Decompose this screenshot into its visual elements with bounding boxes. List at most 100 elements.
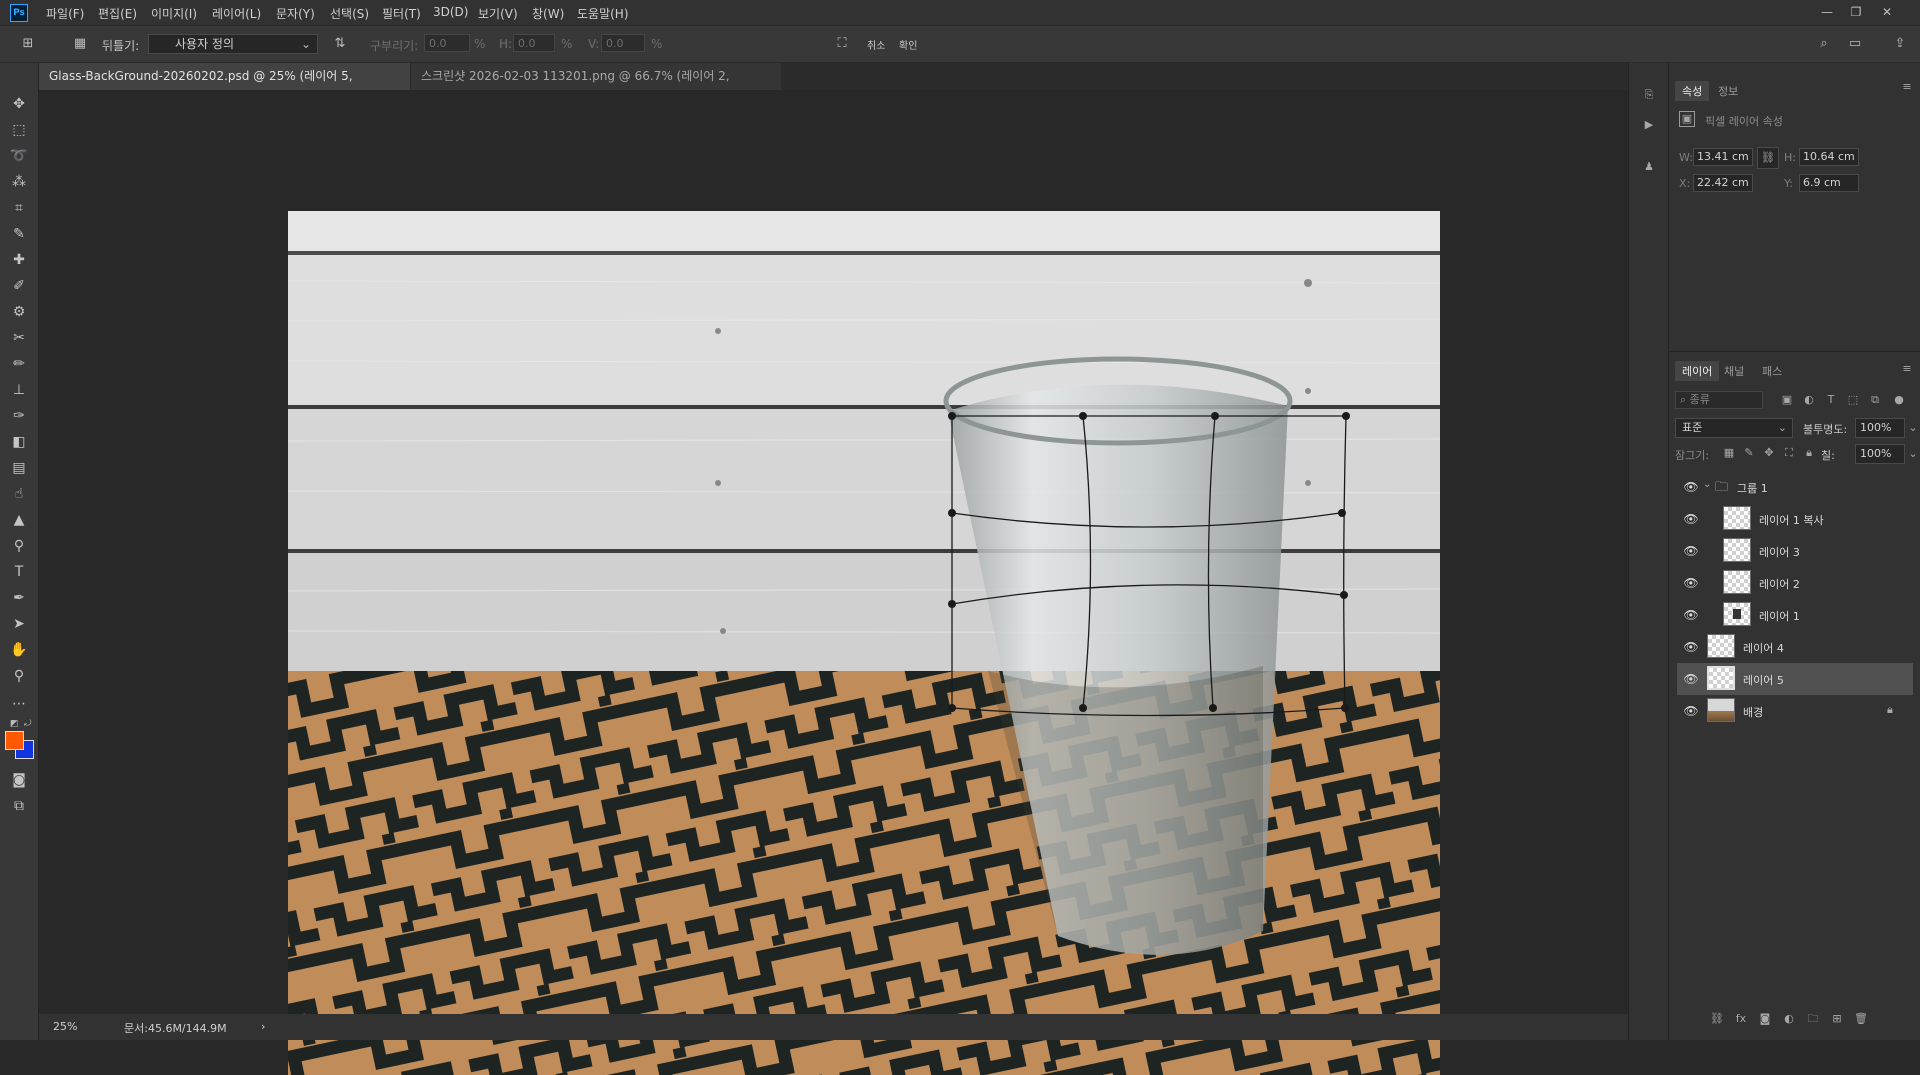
- chevron-down-icon[interactable]: ⌄: [1905, 446, 1920, 462]
- panel-menu-icon[interactable]: ≡: [1899, 79, 1915, 95]
- gradient-tool-icon[interactable]: ▤: [7, 457, 31, 479]
- lock-position-icon[interactable]: ✥: [1761, 445, 1777, 461]
- layer-item[interactable]: 👁︎ 레이어 1 복사: [1677, 503, 1913, 535]
- v-distortion-input[interactable]: 0.0: [601, 34, 645, 52]
- add-mask-icon[interactable]: ◙: [1757, 1011, 1773, 1027]
- sharpen-tool-icon[interactable]: ▲: [7, 509, 31, 531]
- lock-transparent-icon[interactable]: ▦: [1721, 445, 1737, 461]
- split-warp-icon[interactable]: ▦: [70, 34, 90, 54]
- more-tools-icon[interactable]: ⋯: [7, 693, 31, 715]
- menu-help[interactable]: 도움말(H): [577, 5, 629, 22]
- eraser-tool-icon[interactable]: ◧: [7, 431, 31, 453]
- layer-item[interactable]: 👁︎ 배경 🔒︎: [1677, 695, 1913, 727]
- marquee-tool-icon[interactable]: ⬚: [7, 119, 31, 141]
- eye-icon[interactable]: 👁︎: [1683, 575, 1699, 591]
- fill-input[interactable]: 100%: [1855, 444, 1905, 464]
- eye-icon[interactable]: 👁︎: [1683, 639, 1699, 655]
- menu-window[interactable]: 창(W): [532, 5, 564, 22]
- filter-smart-object-icon[interactable]: ⧉: [1867, 392, 1883, 408]
- smudge-tool-icon[interactable]: ☝: [7, 483, 31, 505]
- menu-view[interactable]: 보기(V): [478, 5, 518, 22]
- delete-layer-icon[interactable]: 🗑︎: [1853, 1011, 1869, 1027]
- search-icon[interactable]: ⌕: [1814, 34, 1834, 54]
- menu-edit[interactable]: 편집(E): [98, 5, 137, 22]
- zoom-tool-icon[interactable]: ⚲: [7, 665, 31, 687]
- art-brush-tool-icon[interactable]: ✑: [7, 405, 31, 427]
- blend-mode-select[interactable]: 표준 ⌄: [1675, 418, 1793, 438]
- minimize-button[interactable]: —: [1816, 3, 1838, 21]
- cancel-transform-button[interactable]: 취소: [867, 37, 885, 52]
- lock-artboard-icon[interactable]: ⛶: [1781, 445, 1797, 461]
- menu-select[interactable]: 선택(S): [330, 5, 369, 22]
- layer-style-icon[interactable]: fx: [1733, 1011, 1749, 1027]
- filter-adjustment-icon[interactable]: ◐: [1801, 392, 1817, 408]
- menu-image[interactable]: 이미지(I): [151, 5, 197, 22]
- dodge-tool-icon[interactable]: ⚲: [7, 535, 31, 557]
- actions-panel-icon[interactable]: ▶: [1641, 117, 1657, 133]
- pen-tool-icon[interactable]: ✒: [7, 587, 31, 609]
- warp-style-select[interactable]: 사용자 정의 ⌄: [148, 34, 318, 54]
- h-distortion-input[interactable]: 0.0: [513, 34, 555, 52]
- tab-properties[interactable]: 속성: [1675, 81, 1710, 101]
- move-tool-icon[interactable]: ✥: [7, 93, 31, 115]
- warp-orientation-icon[interactable]: ⇅: [330, 34, 350, 54]
- eye-icon[interactable]: 👁︎: [1683, 671, 1699, 687]
- new-layer-icon[interactable]: ⊞: [1829, 1011, 1845, 1027]
- layer-item[interactable]: 👁︎ 레이어 2: [1677, 567, 1913, 599]
- width-input[interactable]: 13.41 cm: [1693, 148, 1753, 166]
- path-selection-tool-icon[interactable]: ➤: [7, 613, 31, 635]
- stamp-tool-icon[interactable]: ⊥: [7, 379, 31, 401]
- layer-item[interactable]: 👁︎ 레이어 4: [1677, 631, 1913, 663]
- menu-3d[interactable]: 3D(D): [433, 5, 468, 19]
- lock-pixels-icon[interactable]: ✎: [1741, 445, 1757, 461]
- y-input[interactable]: 6.9 cm: [1799, 174, 1859, 192]
- workspace-icon[interactable]: ▭: [1845, 34, 1865, 54]
- status-menu-arrow[interactable]: ›: [261, 1020, 265, 1033]
- document-canvas[interactable]: [288, 211, 1440, 1075]
- quick-mask-icon[interactable]: ◙: [7, 769, 31, 791]
- history-brush-tool-icon[interactable]: ✂: [7, 327, 31, 349]
- tab-paths[interactable]: 패스: [1757, 361, 1787, 381]
- eye-icon[interactable]: 👁︎: [1683, 479, 1699, 495]
- filter-shape-icon[interactable]: ⬚: [1845, 392, 1861, 408]
- layer-item[interactable]: 👁︎ 레이어 3: [1677, 535, 1913, 567]
- eye-icon[interactable]: 👁︎: [1683, 511, 1699, 527]
- adjustment-layer-icon[interactable]: ◐: [1781, 1011, 1797, 1027]
- menu-filter[interactable]: 필터(T): [382, 5, 421, 22]
- bend-input[interactable]: 0.0: [424, 34, 470, 52]
- magic-wand-tool-icon[interactable]: ⁂: [7, 171, 31, 193]
- swap-colors-icon[interactable]: ⤾: [24, 719, 32, 729]
- default-colors-icon[interactable]: ◩: [10, 719, 19, 729]
- brush-tool-icon[interactable]: ✐: [7, 275, 31, 297]
- layer-group-1[interactable]: 👁︎ ⌄ 🗀︎ 그룹 1: [1677, 471, 1913, 503]
- link-layers-icon[interactable]: ⛓: [1709, 1011, 1725, 1027]
- x-input[interactable]: 22.42 cm: [1693, 174, 1753, 192]
- layer-filter-select[interactable]: ⌕ 종류: [1675, 391, 1763, 409]
- layer-item[interactable]: 👁︎ 레이어 1: [1677, 599, 1913, 631]
- tab-info[interactable]: 정보: [1713, 81, 1743, 101]
- opacity-input[interactable]: 100%: [1855, 418, 1905, 438]
- zoom-level[interactable]: 25%: [53, 1020, 77, 1033]
- close-window-button[interactable]: ✕: [1876, 3, 1898, 21]
- screen-mode-icon[interactable]: ⧉: [7, 795, 31, 817]
- eye-icon[interactable]: 👁︎: [1683, 703, 1699, 719]
- restore-button[interactable]: ❐: [1845, 3, 1867, 21]
- pencil-tool-icon[interactable]: ✏: [7, 353, 31, 375]
- chevron-down-icon[interactable]: ⌄: [1703, 479, 1711, 490]
- type-tool-icon[interactable]: T: [7, 561, 31, 583]
- height-input[interactable]: 10.64 cm: [1799, 148, 1859, 166]
- crop-tool-icon[interactable]: ⌗: [7, 197, 31, 219]
- menu-layer[interactable]: 레이어(L): [212, 5, 261, 22]
- history-panel-icon[interactable]: ⎘: [1641, 87, 1657, 103]
- layer-item-selected[interactable]: 👁︎ 레이어 5: [1677, 663, 1913, 695]
- filter-toggle-icon[interactable]: ●: [1891, 392, 1907, 408]
- new-group-icon[interactable]: 🗀︎: [1805, 1011, 1821, 1027]
- tab-screenshot[interactable]: 스크린샷 2026-02-03 113201.png @ 66.7% (레이어 …: [411, 63, 781, 110]
- menu-type[interactable]: 문자(Y): [276, 5, 315, 22]
- filter-pixel-icon[interactable]: ▣: [1779, 392, 1795, 408]
- share-icon[interactable]: ⇪: [1890, 34, 1910, 54]
- menu-file[interactable]: 파일(F): [46, 5, 84, 22]
- lock-all-icon[interactable]: 🔒︎: [1801, 445, 1817, 461]
- foreground-color-swatch[interactable]: [5, 731, 24, 750]
- chevron-down-icon[interactable]: ⌄: [1905, 420, 1920, 436]
